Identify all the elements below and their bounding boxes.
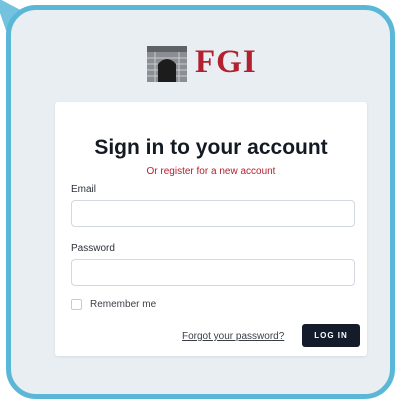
remember-me-row: Remember me bbox=[71, 299, 156, 310]
email-field[interactable] bbox=[71, 200, 355, 227]
password-label: Password bbox=[71, 243, 115, 254]
password-field[interactable] bbox=[71, 259, 355, 286]
login-card: Sign in to your account Or register for … bbox=[55, 102, 367, 356]
forgot-password-link[interactable]: Forgot your password? bbox=[182, 331, 284, 342]
brand-logo: FGI bbox=[145, 38, 257, 86]
remember-me-label: Remember me bbox=[90, 299, 157, 310]
login-window: FGI Sign in to your account Or register … bbox=[6, 5, 395, 399]
gateway-logo-icon bbox=[147, 46, 187, 82]
register-prompt: Or register for a new account bbox=[55, 166, 367, 177]
register-link[interactable]: register for a new account bbox=[160, 166, 275, 177]
logo-text: FGI bbox=[195, 43, 257, 80]
email-label: Email bbox=[71, 184, 97, 195]
page-title: Sign in to your account bbox=[94, 136, 328, 159]
subtitle-prefix: Or bbox=[146, 166, 158, 177]
login-button[interactable]: LOG IN bbox=[302, 324, 360, 347]
remember-me-checkbox[interactable] bbox=[71, 299, 82, 310]
